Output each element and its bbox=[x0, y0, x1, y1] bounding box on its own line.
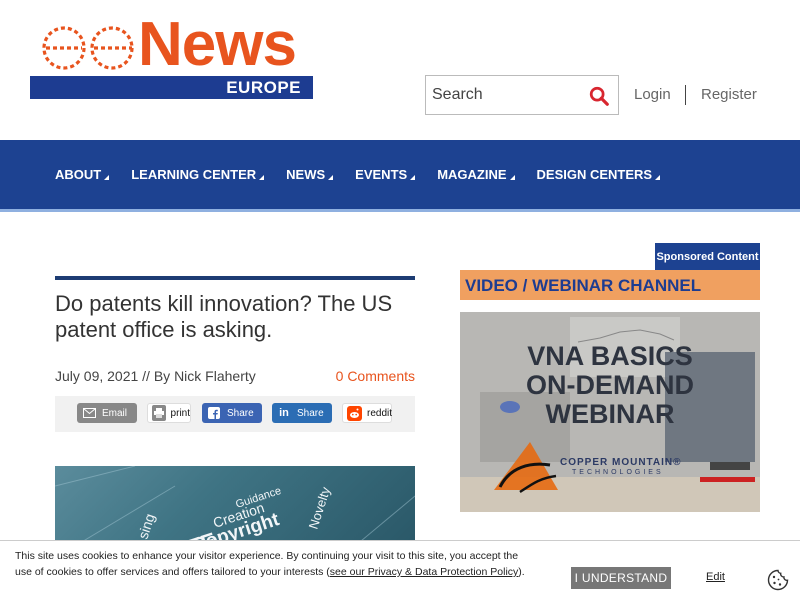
cookie-text-after: ). bbox=[518, 566, 525, 578]
caret-icon bbox=[509, 175, 515, 180]
wordcloud-word: Novelty bbox=[306, 485, 334, 531]
nav-item-learning-center[interactable]: LEARNING CENTER bbox=[131, 167, 265, 182]
video-webinar-channel-heading[interactable]: VIDEO / WEBINAR CHANNEL bbox=[460, 270, 760, 300]
header-divider bbox=[685, 85, 686, 105]
article-top-rule bbox=[55, 276, 415, 280]
wordcloud-word: sing bbox=[135, 512, 158, 541]
share-print-label: print bbox=[170, 407, 190, 419]
nav-item-magazine[interactable]: MAGAZINE bbox=[437, 167, 515, 182]
nav-item-label: EVENTS bbox=[355, 167, 408, 182]
register-link[interactable]: Register bbox=[701, 86, 757, 103]
share-email-button[interactable]: Email bbox=[77, 403, 137, 423]
nav-item-label: ABOUT bbox=[55, 167, 102, 182]
logo-region-text: EUROPE bbox=[226, 78, 301, 97]
nav-item-news[interactable]: NEWS bbox=[286, 167, 334, 182]
share-facebook-label: Share bbox=[227, 407, 254, 419]
share-linkedin-button[interactable]: in Share bbox=[272, 403, 332, 423]
nav-item-about[interactable]: ABOUT bbox=[55, 167, 110, 182]
privacy-policy-link[interactable]: see our Privacy & Data Protection Policy bbox=[330, 566, 519, 578]
share-print-button[interactable]: print bbox=[147, 403, 191, 423]
caret-icon bbox=[655, 175, 661, 180]
logo-news-text: News bbox=[138, 10, 297, 79]
ee-logo-mark bbox=[42, 26, 134, 70]
nav-item-events[interactable]: EVENTS bbox=[355, 167, 416, 182]
email-icon bbox=[81, 405, 97, 421]
webinar-ad-banner[interactable]: VNA BASICS ON-DEMAND WEBINAR COPPER MOUN… bbox=[460, 312, 760, 512]
main-nav: ABOUT LEARNING CENTER NEWS EVENTS MAGAZI… bbox=[0, 140, 800, 212]
share-facebook-button[interactable]: Share bbox=[202, 403, 262, 423]
nav-item-label: NEWS bbox=[286, 167, 326, 182]
ad-brand-subtitle: TECHNOLOGIES bbox=[572, 469, 664, 476]
ad-headline-line: ON-DEMAND bbox=[526, 370, 694, 400]
caret-icon bbox=[104, 175, 110, 180]
nav-item-label: MAGAZINE bbox=[437, 167, 507, 182]
search-icon[interactable] bbox=[588, 85, 610, 107]
share-reddit-button[interactable]: reddit bbox=[342, 403, 392, 423]
nav-item-label: DESIGN CENTERS bbox=[536, 167, 653, 182]
comments-link[interactable]: 0 Comments bbox=[336, 368, 415, 384]
caret-icon bbox=[259, 175, 265, 180]
article-image-wordcloud: Guidance Creation Copyright Novelty INTE… bbox=[55, 466, 415, 546]
cookie-banner: This site uses cookies to enhance your v… bbox=[0, 540, 800, 600]
edit-cookies-link[interactable]: Edit bbox=[706, 571, 725, 583]
caret-icon bbox=[328, 175, 334, 180]
nav-item-label: LEARNING CENTER bbox=[131, 167, 257, 182]
facebook-icon bbox=[206, 405, 222, 421]
ad-brand-mark: ® bbox=[673, 457, 682, 468]
share-linkedin-label: Share bbox=[297, 407, 324, 419]
article-date-author: July 09, 2021 // By Nick Flaherty bbox=[55, 368, 256, 384]
caret-icon bbox=[410, 175, 416, 180]
search-input[interactable] bbox=[426, 76, 576, 114]
share-bar: Email print Share in Share reddit bbox=[55, 396, 415, 432]
ad-headline-line: VNA BASICS bbox=[527, 341, 693, 371]
share-reddit-label: reddit bbox=[367, 407, 393, 419]
linkedin-icon: in bbox=[279, 407, 289, 419]
search-box bbox=[425, 75, 619, 115]
article-image: Guidance Creation Copyright Novelty INTE… bbox=[55, 466, 415, 546]
ad-brand-text: COPPER MOUNTAIN bbox=[560, 457, 674, 468]
site-header: News EUROPE Login Register bbox=[0, 0, 800, 140]
printer-icon bbox=[152, 405, 166, 421]
article-title: Do patents kill innovation? The US paten… bbox=[55, 291, 393, 342]
reddit-icon bbox=[347, 405, 362, 421]
ad-headline-line: WEBINAR bbox=[545, 399, 675, 429]
share-email-label: Email bbox=[102, 407, 128, 419]
login-link[interactable]: Login bbox=[634, 86, 671, 103]
sponsored-content-badge: Sponsored Content bbox=[655, 243, 760, 270]
accept-cookies-button[interactable]: I UNDERSTAND bbox=[571, 567, 671, 589]
eenews-europe-logo[interactable]: News EUROPE bbox=[30, 14, 313, 100]
cookie-icon[interactable] bbox=[767, 569, 789, 591]
ad-brand-name: COPPER MOUNTAIN® bbox=[560, 457, 682, 468]
nav-item-design-centers[interactable]: DESIGN CENTERS bbox=[537, 167, 661, 182]
cookie-notice-text: This site uses cookies to enhance your v… bbox=[15, 548, 535, 580]
